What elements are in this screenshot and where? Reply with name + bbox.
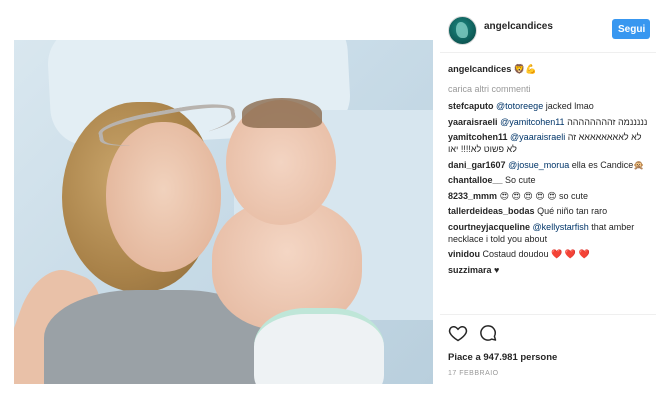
- comment-username[interactable]: tallerdeideas_bodas: [448, 206, 535, 216]
- avatar[interactable]: [448, 16, 477, 45]
- comment-username[interactable]: courtneyjacqueline: [448, 222, 530, 232]
- comment-text: ♥: [494, 264, 500, 275]
- baby-hair: [242, 98, 322, 128]
- avatar-image-icon: [456, 22, 468, 38]
- post-date: 17 FEBBRAIO: [448, 370, 499, 377]
- post-sidebar: angelcandices Segui angelcandices 🦁💪 car…: [440, 0, 656, 410]
- comment-text: So cute: [505, 175, 536, 185]
- post-header: angelcandices Segui: [440, 8, 656, 48]
- comment-username[interactable]: yaaraisraeli: [448, 117, 498, 127]
- comment-username[interactable]: stefcaputo: [448, 101, 494, 111]
- comment-text: מה זהההההההה‎נננננ: [567, 116, 648, 127]
- divider: [440, 314, 656, 315]
- comment-mention[interactable]: @yaaraisraeli: [510, 132, 565, 142]
- comment-bubble-icon[interactable]: [478, 323, 498, 343]
- comment: yaaraisraeli @yamitcohen11 מה זהההההההה‎…: [448, 116, 653, 128]
- instagram-post-frame: angelcandices Segui angelcandices 🦁💪 car…: [0, 0, 656, 410]
- comment-text: Qué niño tan raro: [537, 206, 608, 216]
- comment-mention[interactable]: @josue_morua: [508, 160, 569, 170]
- comment: tallerdeideas_bodas Qué niño tan raro: [448, 205, 653, 217]
- comment-username[interactable]: dani_gar1607: [448, 160, 506, 170]
- heart-outline-icon[interactable]: [448, 323, 468, 343]
- caption-text: 🦁💪: [513, 64, 537, 74]
- comment: dani_gar1607 @josue_morua ella es Candic…: [448, 159, 653, 171]
- comment-username[interactable]: chantalloe__: [448, 175, 503, 185]
- comment-mention[interactable]: @yamitcohen11: [500, 117, 565, 127]
- comment: chantalloe__ So cute: [448, 174, 653, 186]
- caption-username[interactable]: angelcandices: [448, 64, 511, 74]
- comment: suzzimara ♥: [448, 264, 653, 276]
- comment: 8233_mmm 😍 😍 😍 😍 😍 so cute: [448, 190, 653, 202]
- comment: courtneyjacqueline @kellystarfish that a…: [448, 221, 653, 245]
- comment-mention[interactable]: @kellystarfish: [533, 222, 589, 232]
- comment: yamitcohen11 @yaaraisraeli לא לאאאאאאאא …: [448, 131, 653, 155]
- caption: angelcandices 🦁💪: [448, 64, 537, 75]
- likes-count[interactable]: Piace a 947.981 persone: [448, 352, 557, 363]
- divider: [440, 52, 656, 53]
- comments-list: stefcaputo @totoreege jacked lmao yaarai…: [448, 100, 653, 279]
- comment-username[interactable]: 8233_mmm: [448, 191, 497, 201]
- comment-username[interactable]: yamitcohen11: [448, 132, 508, 142]
- comment-text: jacked lmao: [545, 101, 594, 111]
- baby-diaper: [254, 308, 384, 384]
- header-username[interactable]: angelcandices: [484, 21, 553, 32]
- comment-text: 😍 😍 😍 😍 😍 so cute: [499, 190, 588, 201]
- comment-text: ella es Candice🙊: [571, 159, 645, 170]
- comment-mention[interactable]: @totoreege: [496, 101, 543, 111]
- comment: stefcaputo @totoreege jacked lmao: [448, 100, 653, 112]
- comment-text: Costaud doudou ❤️ ❤️ ❤️: [482, 249, 590, 259]
- post-photo[interactable]: [14, 40, 433, 384]
- comment: vinidou Costaud doudou ❤️ ❤️ ❤️: [448, 248, 653, 260]
- comment-username[interactable]: vinidou: [448, 249, 480, 259]
- load-more-comments-link[interactable]: carica altri commenti: [448, 84, 531, 94]
- action-bar: [448, 323, 528, 345]
- follow-button[interactable]: Segui: [612, 19, 650, 39]
- comment-username[interactable]: suzzimara: [448, 265, 492, 275]
